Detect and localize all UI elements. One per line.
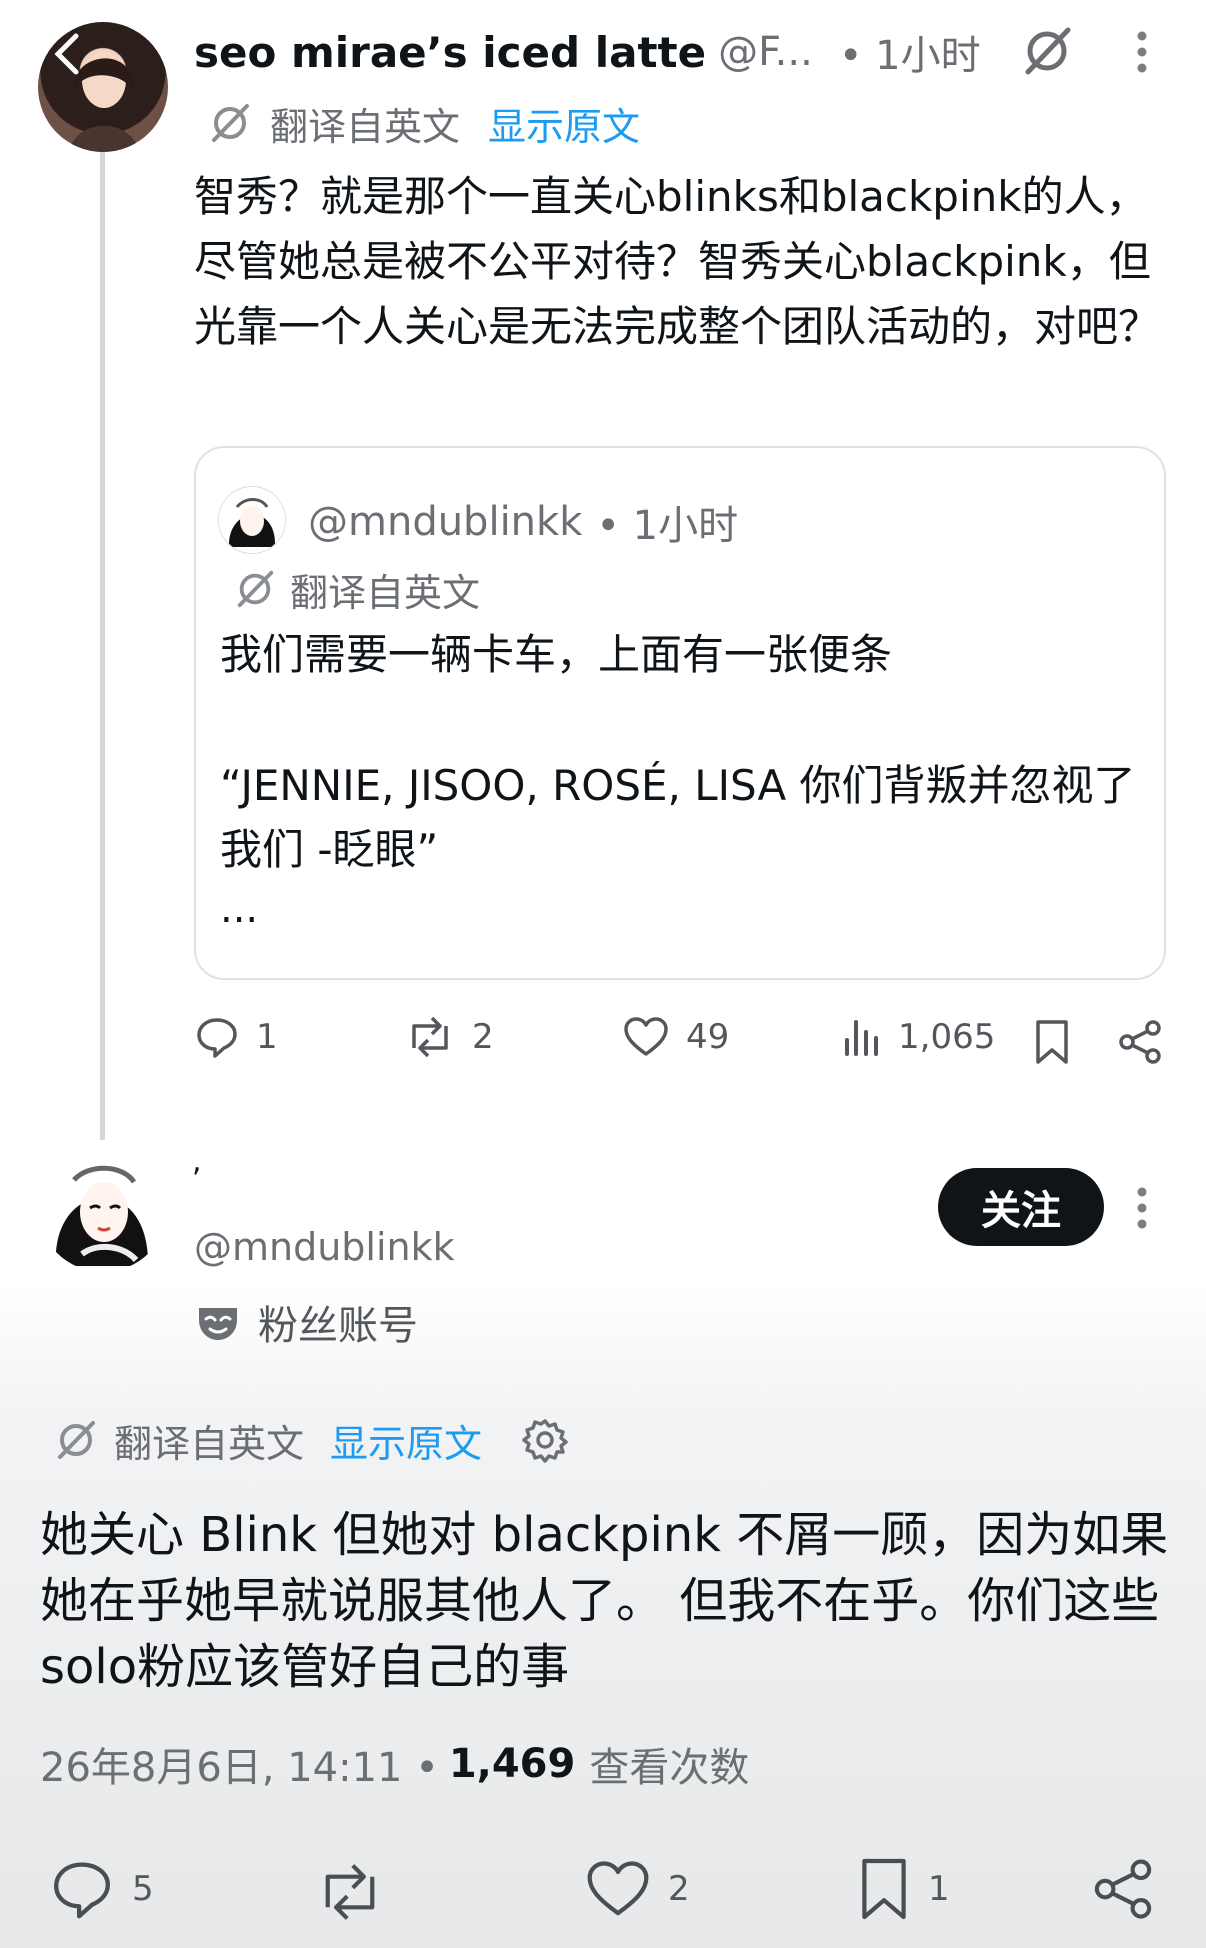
quote-line-2: “JENNIE, JISOO, ROSÉ, LISA 你们背叛并忽视了我们 -眨… <box>220 761 1136 874</box>
repost-button[interactable] <box>312 1860 388 1924</box>
repost-count: 2 <box>472 1017 494 1057</box>
post-meta: 26年8月6日, 14:11 • 1,469 查看次数 <box>40 1734 749 1794</box>
reply-count: 5 <box>132 1869 154 1909</box>
grok-icon[interactable] <box>1020 24 1074 78</box>
mask-icon <box>196 1302 240 1342</box>
gear-icon[interactable] <box>522 1417 568 1463</box>
post-date: 26年8月6日, 14:11 • <box>40 1745 439 1791</box>
views-button[interactable]: 1,065 <box>842 1014 995 1060</box>
like-button[interactable]: 2 <box>584 1856 690 1922</box>
repost-icon <box>312 1860 388 1924</box>
translate-label: 翻译自英文 <box>270 104 461 149</box>
author-name[interactable]: seo mirae’s iced latte <box>194 28 706 77</box>
follow-button[interactable]: 关注 <box>938 1168 1104 1246</box>
translate-bar: 翻译自英文 显示原文 <box>208 96 640 151</box>
bookmark-icon <box>856 1854 912 1924</box>
show-original-link[interactable]: 显示原文 <box>330 1413 482 1468</box>
repost-button[interactable]: 2 <box>404 1014 494 1060</box>
translate-label: 翻译自英文 <box>290 570 481 615</box>
show-original-link[interactable]: 显示原文 <box>488 96 640 151</box>
reply-count: 1 <box>256 1017 278 1057</box>
post-time: • 1小时 <box>838 33 981 79</box>
reply-icon <box>194 1014 240 1060</box>
quote-ellipsis: ... <box>220 886 259 932</box>
reply-button[interactable]: 5 <box>48 1856 154 1922</box>
badge-label: 粉丝账号 <box>258 1303 418 1349</box>
views-count: 1,469 <box>448 1741 576 1787</box>
translate-bar: 翻译自英文 显示原文 <box>54 1414 568 1466</box>
post-header: seo mirae’s iced latte @F... • 1小时 <box>194 24 981 80</box>
views-label: 查看次数 <box>589 1745 750 1791</box>
post-body: 她关心 Blink 但她对 blackpink 不屑一顾，因为如果她在乎她早就说… <box>40 1507 1169 1695</box>
more-icon[interactable] <box>1130 1186 1154 1230</box>
avatar[interactable] <box>38 1142 168 1272</box>
reply-button[interactable]: 1 <box>194 1014 278 1060</box>
like-icon <box>622 1014 670 1060</box>
grok-icon <box>54 1418 98 1462</box>
author-handle[interactable]: @mndublinkk <box>194 1222 455 1272</box>
reply-icon <box>48 1856 116 1922</box>
bookmark-button[interactable]: 1 <box>856 1854 950 1924</box>
quote-time: • 1小时 <box>596 503 739 549</box>
display-name[interactable]: , <box>192 1142 202 1182</box>
repost-icon <box>404 1014 456 1060</box>
quote-card[interactable]: @mndublinkk • 1小时 翻译自英文 我们需要一辆卡车，上面有一张便条… <box>194 446 1166 980</box>
bookmark-icon[interactable] <box>1032 1018 1072 1066</box>
post-body: 智秀？就是那个一直关心blinks和blackpink的人，尽管她总是被不公平对… <box>194 172 1161 351</box>
thread-line <box>100 150 105 1140</box>
bookmark-count: 1 <box>928 1869 950 1909</box>
like-count: 2 <box>668 1869 690 1909</box>
fan-account-badge: 粉丝账号 <box>196 1296 418 1349</box>
author-handle[interactable]: @F... <box>718 29 813 75</box>
share-icon[interactable] <box>1090 1856 1156 1922</box>
avatar <box>218 486 286 554</box>
quote-handle[interactable]: @mndublinkk <box>308 499 582 545</box>
more-icon[interactable] <box>1130 30 1154 74</box>
like-icon <box>584 1856 652 1922</box>
share-icon[interactable] <box>1116 1018 1164 1066</box>
like-button[interactable]: 49 <box>622 1014 729 1060</box>
follow-label: 关注 <box>981 1188 1061 1234</box>
views-icon <box>842 1014 882 1060</box>
grok-icon <box>234 568 276 610</box>
quote-line-1: 我们需要一辆卡车，上面有一张便条 <box>220 630 893 679</box>
grok-icon <box>208 101 252 145</box>
views-count: 1,065 <box>898 1017 996 1057</box>
translate-label: 翻译自英文 <box>114 1421 305 1466</box>
like-count: 49 <box>686 1017 730 1057</box>
back-arrow-icon[interactable] <box>50 32 84 76</box>
